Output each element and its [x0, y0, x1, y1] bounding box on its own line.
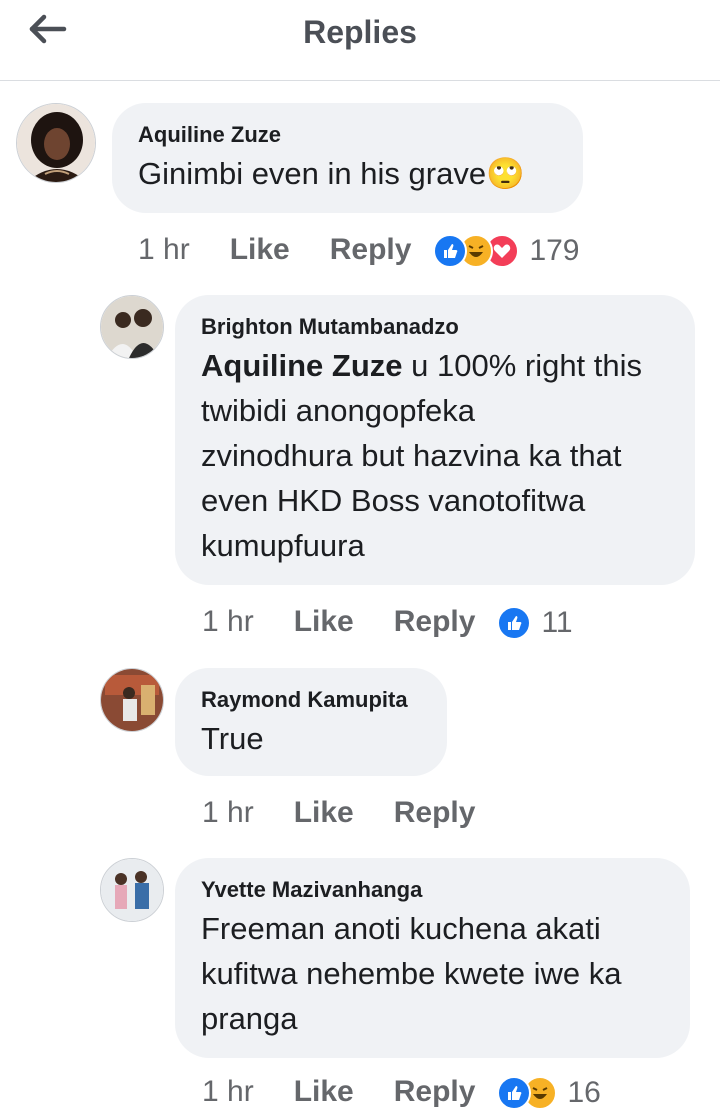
avatar[interactable] [100, 668, 164, 732]
reply-button[interactable]: Reply [394, 1075, 476, 1108]
comment-meta: 1 hr Like Reply 11 [202, 602, 573, 642]
comment-time[interactable]: 1 hr [202, 1075, 254, 1108]
comment-meta: 1 hr Like Reply 16 [202, 1072, 601, 1112]
comment-text: Ginimbi even in his grave🙄 [138, 156, 525, 191]
reaction-count[interactable]: 179 [529, 231, 579, 271]
page-title: Replies [303, 14, 417, 50]
comment-text: Aquiline Zuze u 100% right this twibidi … [201, 348, 643, 563]
comment-bubble: Raymond Kamupita True [175, 668, 447, 776]
comment-text: True [201, 721, 264, 756]
reaction-count[interactable]: 11 [541, 603, 572, 643]
comment-bubble: Aquiline Zuze Ginimbi even in his grave🙄 [112, 103, 583, 213]
like-button[interactable]: Like [294, 796, 354, 829]
reactions[interactable] [433, 234, 520, 269]
like-button[interactable]: Like [294, 1075, 354, 1108]
rolling-eyes-emoji: 🙄 [486, 156, 525, 191]
mention-link[interactable]: Aquiline Zuze [201, 348, 403, 383]
reply-button[interactable]: Reply [330, 233, 412, 266]
reply-button[interactable]: Reply [394, 605, 476, 638]
comment-bubble: Yvette Mazivanhanga Freeman anoti kuchen… [175, 858, 690, 1058]
comment-meta: 1 hr Like Reply [202, 793, 475, 833]
comment-time[interactable]: 1 hr [138, 233, 190, 266]
avatar[interactable] [100, 858, 164, 922]
comment-author[interactable]: Yvette Mazivanhanga [201, 876, 664, 904]
comment-author[interactable]: Raymond Kamupita [201, 686, 421, 714]
like-icon [497, 1076, 532, 1111]
comment-text: Freeman anoti kuchena akati kufitwa nehe… [201, 911, 622, 1036]
comment-author[interactable]: Brighton Mutambanadzo [201, 313, 669, 341]
comment-bubble: Brighton Mutambanadzo Aquiline Zuze u 10… [175, 295, 695, 585]
like-button[interactable]: Like [230, 233, 290, 266]
like-button[interactable]: Like [294, 605, 354, 638]
comment-time[interactable]: 1 hr [202, 605, 254, 638]
reply-button[interactable]: Reply [394, 796, 476, 829]
comment-author[interactable]: Aquiline Zuze [138, 121, 557, 149]
comment-time[interactable]: 1 hr [202, 796, 254, 829]
reactions[interactable] [497, 1076, 558, 1111]
reactions[interactable] [497, 606, 532, 641]
like-icon [433, 234, 468, 269]
avatar[interactable] [16, 103, 96, 183]
like-icon [497, 606, 532, 641]
top-bar: Replies [0, 0, 720, 81]
reaction-count[interactable]: 16 [567, 1073, 600, 1113]
comment-meta: 1 hr Like Reply 179 [138, 230, 580, 270]
avatar[interactable] [100, 295, 164, 359]
